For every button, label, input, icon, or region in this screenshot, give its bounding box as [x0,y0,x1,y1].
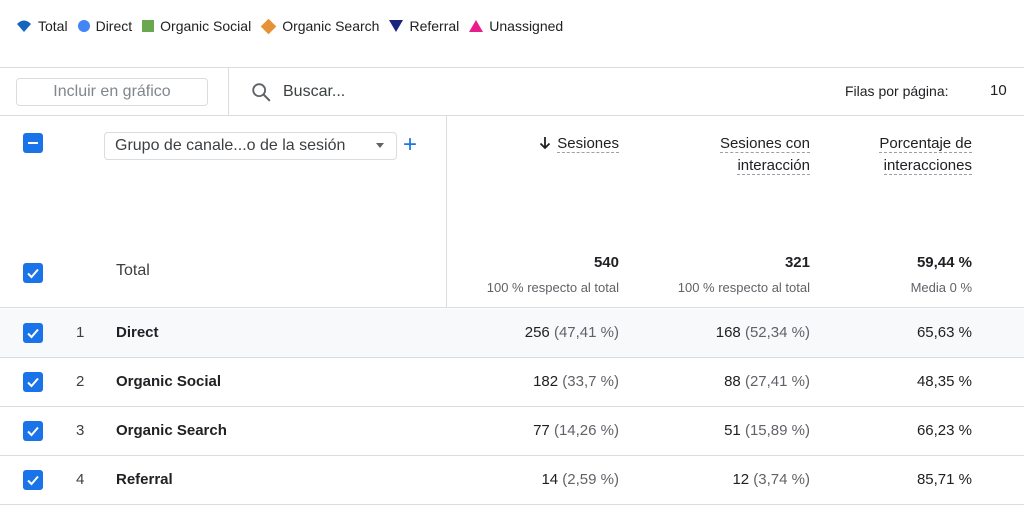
column-header-sessions[interactable]: Sesiones [539,133,619,155]
total-sessions-sub: 100 % respecto al total [486,280,619,295]
total-row-checkbox[interactable] [23,263,43,283]
legend-label: Referral [409,18,460,34]
arrow-down-icon [540,137,551,150]
total-engaged-sub: 100 % respecto al total [677,280,810,295]
total-rate-sub: Media 0 % [910,280,972,295]
dimension-column-divider [446,116,447,308]
row-rank: 2 [76,373,85,390]
sessions-percent: (2,59 %) [562,471,619,488]
table-row[interactable]: 1 Direct 256 (47,41 %) 168 (52,34 %) 65,… [0,309,1024,358]
checkmark-icon [27,377,39,388]
table-row[interactable]: 2 Organic Social 182 (33,7 %) 88 (27,41 … [0,358,1024,407]
checkmark-icon [27,268,39,279]
add-dimension-button[interactable]: + [403,131,417,159]
legend-item-organic-social[interactable]: Organic Social [142,18,251,34]
engaged-cell: 12 (3,74 %) [732,471,810,488]
checkmark-icon [27,475,39,486]
engaged-value: 12 [732,471,750,488]
row-checkbox[interactable] [23,470,43,490]
legend-item-organic-search[interactable]: Organic Search [260,18,380,34]
legend-label: Organic Search [282,18,380,34]
engaged-percent: (3,74 %) [753,471,810,488]
sessions-value: 182 [533,373,559,390]
legend-item-total[interactable]: Total [16,18,68,34]
engaged-cell: 168 (52,34 %) [716,324,810,341]
sessions-cell: 77 (14,26 %) [533,422,619,439]
column-header-label: Sesiones [557,135,619,153]
row-checkbox[interactable] [23,323,43,343]
search-input[interactable] [283,79,583,105]
toolbar-divider [228,68,229,116]
total-marker-icon [17,20,31,32]
dimension-selector[interactable]: Grupo de canale...o de la sesión [104,132,397,160]
row-rank: 1 [76,324,85,341]
legend-label: Direct [95,18,133,34]
column-header-engagement-rate[interactable]: Porcentaje de interacciones [879,133,972,177]
column-header-label: interacción [737,157,810,175]
engaged-percent: (15,89 %) [744,422,810,439]
column-header-label: interacciones [883,157,972,175]
square-marker-icon [142,20,155,32]
sessions-value: 77 [533,422,550,439]
minus-icon [28,142,38,144]
search-icon[interactable] [250,81,272,103]
engaged-percent: (52,34 %) [744,324,810,341]
rate-cell: 65,63 % [916,324,972,341]
legend-item-referral[interactable]: Referral [389,18,459,34]
legend-item-unassigned[interactable]: Unassigned [469,18,563,34]
sessions-value: 256 [524,324,550,341]
rows-per-page-select[interactable]: 10 [990,82,1007,99]
table-toolbar: Incluir en gráfico Filas por página: 10 [0,67,1024,116]
circle-marker-icon [77,20,90,32]
sessions-cell: 14 (2,59 %) [541,471,619,488]
sessions-value: 14 [541,471,559,488]
engaged-cell: 88 (27,41 %) [724,373,810,390]
checkmark-icon [27,426,39,437]
channel-name: Organic Social [116,373,222,390]
rate-cell: 48,35 % [916,373,972,390]
dimension-selector-label: Grupo de canale...o de la sesión [115,137,346,154]
legend-label: Total [38,18,68,34]
chart-legend: Total Direct Organic Social Organic Sear… [16,16,573,36]
engaged-value: 51 [724,422,741,439]
triangle-up-marker-icon [469,20,484,32]
total-engagement-rate: 59,44 % [916,254,972,271]
sessions-percent: (33,7 %) [562,373,619,390]
channel-name: Referral [116,471,173,488]
engaged-value: 88 [724,373,741,390]
legend-label: Unassigned [489,18,564,34]
column-header-label: Sesiones con [719,135,810,153]
engaged-percent: (27,41 %) [744,373,810,390]
table-row[interactable]: 4 Referral 14 (2,59 %) 12 (3,74 %) 85,71… [0,456,1024,505]
engaged-cell: 51 (15,89 %) [724,422,810,439]
chevron-down-icon [376,143,384,148]
channel-name: Organic Search [116,422,227,439]
column-header-engaged-sessions[interactable]: Sesiones con interacción [719,133,810,177]
channel-name: Direct [116,324,159,341]
table-row[interactable]: 3 Organic Search 77 (14,26 %) 51 (15,89 … [0,407,1024,456]
include-in-chart-button[interactable]: Incluir en gráfico [16,78,208,106]
diamond-marker-icon [260,18,277,34]
sessions-cell: 182 (33,7 %) [533,373,619,390]
total-sessions: 540 [593,254,619,271]
triangle-down-marker-icon [389,20,404,32]
row-checkbox[interactable] [23,421,43,441]
rows-per-page-label: Filas por página: [845,83,949,99]
checkmark-icon [27,328,39,339]
sessions-cell: 256 (47,41 %) [525,324,619,341]
rate-cell: 66,23 % [916,422,972,439]
legend-label: Organic Social [160,18,252,34]
row-rank: 3 [76,422,85,439]
rate-cell: 85,71 % [916,471,972,488]
row-rank: 4 [76,471,85,488]
legend-item-direct[interactable]: Direct [77,18,133,34]
total-row-label: Total [116,262,150,279]
sessions-percent: (47,41 %) [553,324,619,341]
column-header-label: Porcentaje de [879,135,972,153]
select-all-checkbox[interactable] [23,133,43,153]
total-engaged-sessions: 321 [784,254,810,271]
row-checkbox[interactable] [23,372,43,392]
sessions-percent: (14,26 %) [553,422,619,439]
engaged-value: 168 [715,324,741,341]
